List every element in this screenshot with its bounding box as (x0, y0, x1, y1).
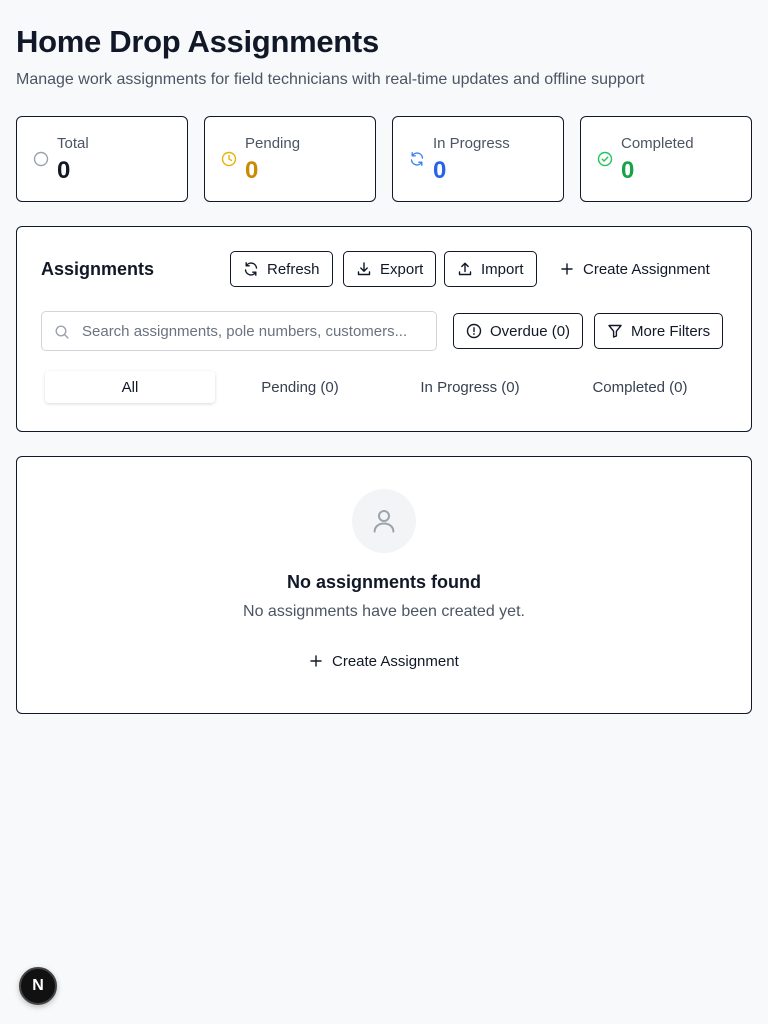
create-assignment-label: Create Assignment (583, 260, 710, 278)
overdue-filter-button[interactable]: Overdue (0) (453, 313, 584, 349)
empty-state: No assignments found No assignments have… (16, 456, 752, 714)
dev-badge-letter: N (32, 977, 44, 994)
empty-create-assignment-button[interactable]: Create Assignment (295, 643, 472, 679)
upload-icon (458, 262, 472, 276)
tab-in-progress[interactable]: In Progress (0) (385, 371, 555, 403)
status-tabs: All Pending (0) In Progress (0) Complete… (41, 367, 729, 407)
empty-create-label: Create Assignment (332, 652, 459, 670)
refresh-icon (244, 262, 258, 276)
search-icon (55, 325, 69, 339)
overdue-label: Overdue (0) (490, 322, 571, 340)
download-icon (357, 262, 371, 276)
page-subtitle: Manage work assignments for field techni… (16, 71, 645, 88)
alert-circle-icon (466, 323, 482, 339)
panel-title: Assignments (41, 259, 155, 279)
empty-title: No assignments found (286, 572, 481, 592)
stat-label: In Progress (433, 135, 510, 152)
stat-card-in-progress: In Progress 0 (392, 116, 564, 202)
page: Home Drop Assignments Manage work assign… (0, 0, 768, 1024)
refresh-label: Refresh (267, 260, 320, 278)
search-box (41, 311, 437, 351)
more-filters-button[interactable]: More Filters (594, 313, 724, 349)
stat-value: 0 (57, 157, 71, 184)
stat-value: 0 (245, 157, 259, 184)
refresh-button[interactable]: Refresh (230, 251, 333, 287)
stat-card-completed: Completed 0 (580, 116, 752, 202)
filter-icon (608, 324, 622, 338)
clock-icon (221, 151, 237, 167)
empty-avatar (352, 489, 416, 553)
search-input[interactable] (82, 312, 426, 350)
stat-label: Pending (245, 135, 301, 152)
check-circle-icon (597, 151, 613, 167)
stat-value: 0 (433, 157, 447, 184)
assignments-panel: Assignments Refresh Export Import Create… (16, 226, 752, 432)
stat-label: Total (57, 135, 89, 152)
tab-all[interactable]: All (45, 371, 215, 403)
plus-icon (561, 263, 573, 275)
export-label: Export (380, 260, 424, 278)
tab-pending[interactable]: Pending (0) (215, 371, 385, 403)
user-icon (373, 510, 395, 533)
circle-icon (33, 151, 49, 167)
stat-label: Completed (621, 135, 694, 152)
stats-row: Total 0 Pending 0 In Progress 0 Complete… (16, 116, 752, 202)
import-label: Import (481, 260, 524, 278)
page-title: Home Drop Assignments (16, 24, 379, 59)
dev-tools-badge[interactable]: N (19, 967, 57, 1005)
more-filters-label: More Filters (631, 322, 711, 340)
import-button[interactable]: Import (444, 251, 537, 287)
empty-description: No assignments have been created yet. (243, 603, 525, 620)
stat-card-total: Total 0 (16, 116, 188, 202)
create-assignment-button[interactable]: Create Assignment (546, 251, 723, 287)
tab-completed[interactable]: Completed (0) (555, 371, 725, 403)
stat-value: 0 (621, 157, 635, 184)
export-button[interactable]: Export (343, 251, 437, 287)
stat-card-pending: Pending 0 (204, 116, 376, 202)
plus-icon (310, 655, 322, 667)
refresh-icon (410, 152, 424, 166)
